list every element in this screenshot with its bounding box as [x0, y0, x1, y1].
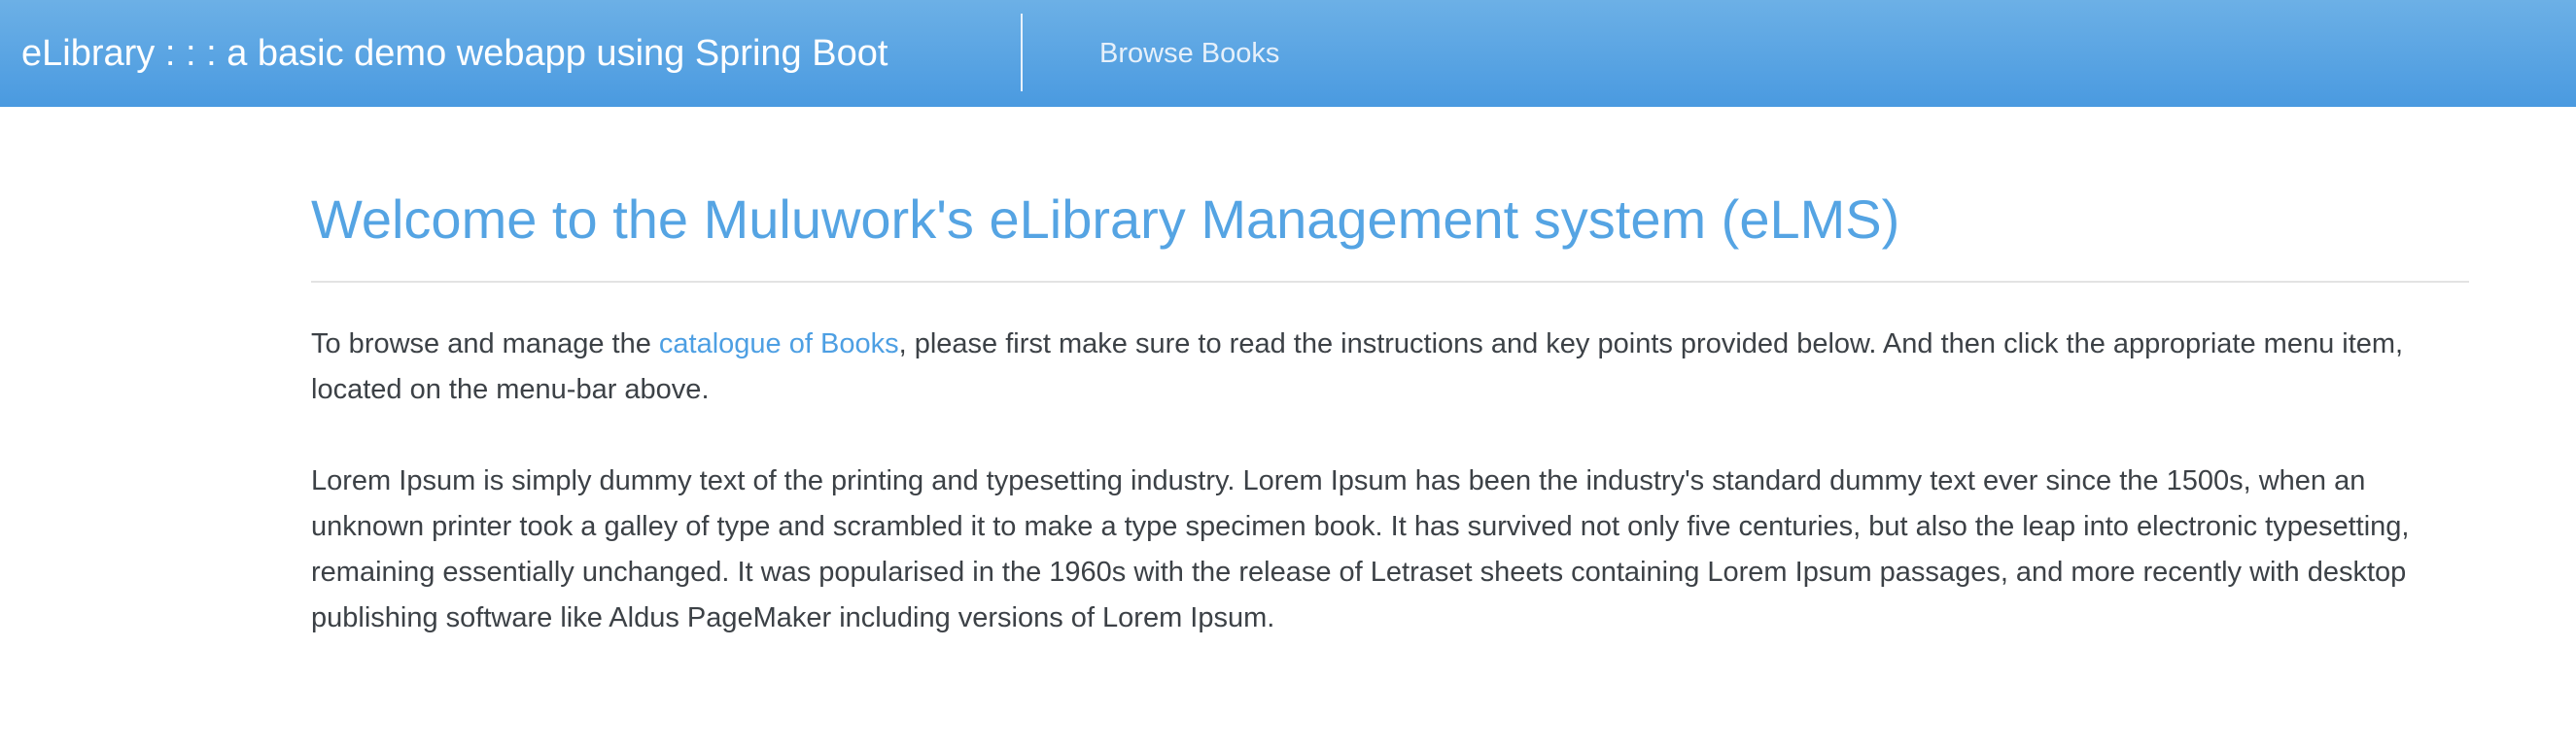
nav-browse-books[interactable]: Browse Books [1099, 0, 1279, 107]
navbar: eLibrary : : : a basic demo webapp using… [0, 0, 2576, 107]
intro-paragraph: To browse and manage the catalogue of Bo… [311, 322, 2469, 413]
catalogue-link[interactable]: catalogue of Books [659, 328, 899, 359]
divider [311, 281, 2469, 283]
main-content: Welcome to the Muluwork's eLibrary Manag… [311, 175, 2469, 641]
navbar-divider [1021, 14, 1023, 91]
lorem-paragraph: Lorem Ipsum is simply dummy text of the … [311, 465, 2410, 633]
intro-text-before: To browse and manage the [311, 328, 659, 359]
page-title: Welcome to the Muluwork's eLibrary Manag… [311, 188, 1900, 250]
brand[interactable]: eLibrary : : : a basic demo webapp using… [21, 0, 888, 107]
